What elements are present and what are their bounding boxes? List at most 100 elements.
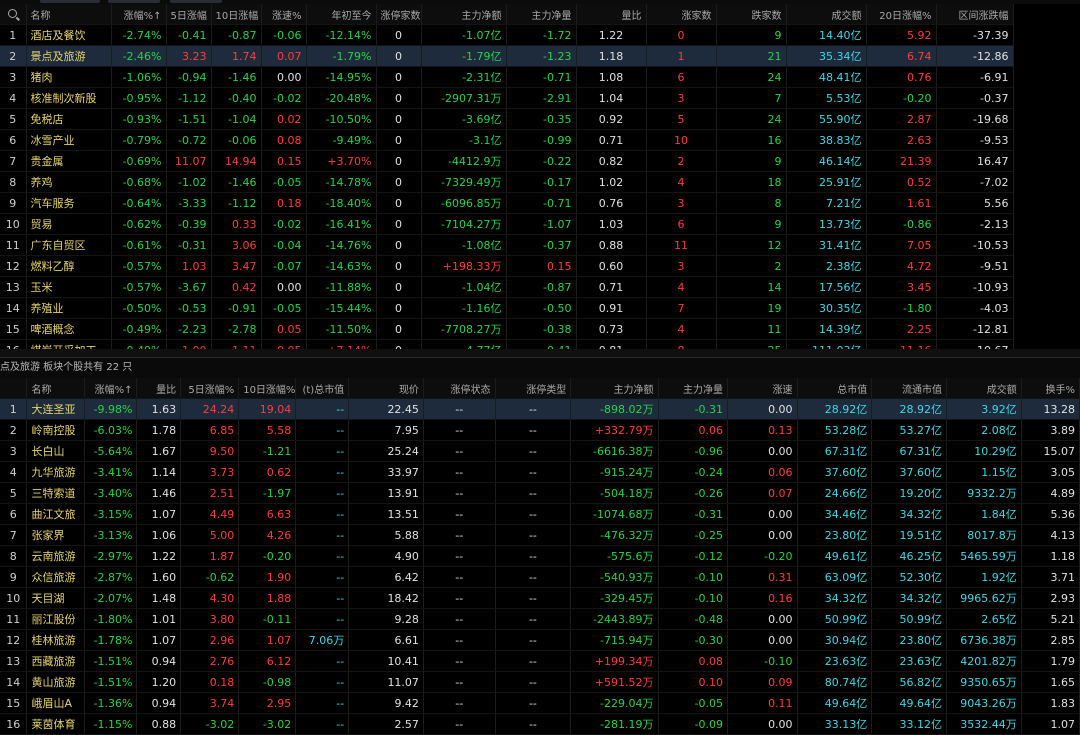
cell: -6616.38万 bbox=[570, 440, 659, 462]
column-header[interactable]: 跌家数 bbox=[716, 4, 787, 25]
cell: 24.66亿 bbox=[797, 482, 873, 504]
stock-row[interactable]: 7 张家界 -3.13% 1.06 5.00 4.26 -- 5.88 -- -- -476.32万… bbox=[0, 524, 1080, 546]
sector-name: 养鸡 bbox=[26, 171, 112, 193]
cell: 22.45 bbox=[348, 398, 424, 420]
column-header[interactable]: 5日涨幅% bbox=[180, 378, 240, 399]
column-header[interactable]: 涨停类型 bbox=[495, 378, 572, 399]
sector-row[interactable]: 14 养殖业 -0.50% -0.53 -0.91 -0.05 -15.44% 0 -1.16亿… bbox=[0, 297, 1014, 319]
stock-row[interactable]: 9 众信旅游 -2.87% 1.60 -0.62 1.90 -- 6.42 -- -- -540.9… bbox=[0, 566, 1080, 588]
stock-row[interactable]: 2 岭南控股 -6.03% 1.78 6.85 5.58 -- 7.95 -- -- +332.79… bbox=[0, 419, 1080, 441]
stock-row[interactable]: 1 大连圣亚 -9.98% 1.63 24.24 19.04 -- 22.45 -- -- -898… bbox=[0, 398, 1080, 420]
stock-row[interactable]: 10 天目湖 -2.07% 1.48 4.30 1.88 -- 18.42 -- -- -329.4… bbox=[0, 587, 1080, 609]
cell: 3.92亿 bbox=[946, 398, 1022, 420]
column-header[interactable]: 涨速% bbox=[261, 4, 307, 25]
column-header[interactable]: 主力净量 bbox=[658, 378, 729, 399]
cell: -- bbox=[495, 671, 572, 693]
stock-row[interactable]: 11 丽江股份 -1.80% 1.01 3.80 -0.11 -- 9.28 -- -- -2443… bbox=[0, 608, 1080, 630]
column-header[interactable]: 名称 bbox=[26, 378, 85, 399]
column-header[interactable]: 总市值 bbox=[797, 378, 873, 399]
stock-row[interactable]: 16 莱茵体育 -1.15% 0.88 -3.02 -3.02 -- 2.57 -- -- -281… bbox=[0, 713, 1080, 735]
cell: -2.07% bbox=[84, 587, 138, 609]
stock-row[interactable]: 4 九华旅游 -3.41% 1.14 3.73 0.62 -- 33.97 -- -- -915.2… bbox=[0, 461, 1080, 483]
tab[interactable] bbox=[170, 0, 222, 3]
column-header[interactable]: 成交额 bbox=[786, 4, 867, 25]
column-header[interactable]: 主力净额 bbox=[421, 4, 507, 25]
column-header[interactable]: 现价 bbox=[348, 378, 424, 399]
column-header[interactable]: 涨家数 bbox=[646, 4, 717, 25]
column-header[interactable]: 换手% bbox=[1021, 378, 1080, 399]
sector-row[interactable]: 7 贵金属 -0.69% 11.07 14.94 0.15 +3.70% 0 -4412.9万 -… bbox=[0, 150, 1014, 172]
cell: -2443.89万 bbox=[570, 608, 659, 630]
sector-row[interactable]: 9 汽车服务 -0.64% -3.33 -1.12 0.18 -18.40% 0 -6096.8… bbox=[0, 192, 1014, 214]
sector-row[interactable]: 10 贸易 -0.62% -0.39 0.33 -0.02 -16.41% 0 -7104.27… bbox=[0, 213, 1014, 235]
column-header[interactable]: 涨幅%↑ bbox=[84, 378, 138, 399]
cell: -- bbox=[423, 608, 496, 630]
column-header[interactable]: 涨速 bbox=[727, 378, 798, 399]
column-header[interactable]: 涨停状态 bbox=[423, 378, 496, 399]
tab[interactable] bbox=[108, 0, 160, 3]
cell: 0 bbox=[376, 150, 422, 172]
column-header[interactable]: 成交额 bbox=[946, 378, 1022, 399]
column-header[interactable]: 20日涨幅% bbox=[866, 4, 937, 25]
column-header[interactable]: 名称 bbox=[26, 4, 112, 25]
column-header[interactable]: 主力净量 bbox=[506, 4, 577, 25]
cell: -0.07 bbox=[261, 255, 307, 277]
cell: 3 bbox=[646, 87, 717, 109]
cell: -3.1亿 bbox=[421, 129, 507, 151]
cell: 24.24 bbox=[180, 398, 240, 420]
cell: 1.22 bbox=[576, 24, 647, 46]
stock-row[interactable]: 5 三特索道 -3.40% 1.46 2.51 -1.97 -- 13.91 -- -- -504.… bbox=[0, 482, 1080, 504]
sector-row[interactable]: 15 啤酒概念 -0.49% -2.23 -2.78 0.05 -11.50% 0 -7708.… bbox=[0, 318, 1014, 340]
sector-row[interactable]: 8 养鸡 -0.68% -1.02 -1.46 -0.05 -14.78% 0 -7329.49… bbox=[0, 171, 1014, 193]
cell: 1.84亿 bbox=[946, 503, 1022, 525]
cell: -1.51% bbox=[84, 671, 138, 693]
sector-row[interactable]: 11 广东自贸区 -0.61% -0.31 3.06 -0.04 -14.76% 0 -1.08… bbox=[0, 234, 1014, 256]
cell: 9.28 bbox=[348, 608, 424, 630]
sector-row[interactable]: 1 酒店及餐饮 -2.74% -0.41 -0.87 -0.06 -12.14% 0 -1.07… bbox=[0, 24, 1014, 46]
column-header[interactable]: 量比 bbox=[576, 4, 647, 25]
sector-row[interactable]: 4 核准制次新股 -0.95% -1.12 -0.40 -0.02 -20.48% 0 -290… bbox=[0, 87, 1014, 109]
cell: -12.86 bbox=[936, 45, 1014, 67]
column-header[interactable]: 区间涨跌幅 bbox=[936, 4, 1014, 25]
sector-row[interactable]: 3 猪肉 -1.06% -0.94 -1.46 0.00 -14.95% 0 -2.31亿 -0.… bbox=[0, 66, 1014, 88]
cell: 9965.62万 bbox=[946, 587, 1022, 609]
cell: 6.63 bbox=[238, 503, 297, 525]
column-header[interactable]: 量比 bbox=[136, 378, 182, 399]
stock-row[interactable]: 6 曲江文旅 -3.15% 1.07 4.49 6.63 -- 13.51 -- -- -1074.… bbox=[0, 503, 1080, 525]
column-header[interactable]: 涨幅%↑ bbox=[111, 4, 167, 25]
column-header[interactable]: (t)总市值 bbox=[295, 378, 350, 399]
cell: 33.97 bbox=[348, 461, 424, 483]
column-header[interactable]: 流通市值 bbox=[871, 378, 948, 399]
column-header[interactable]: 10日涨幅% bbox=[238, 378, 297, 399]
cell: 1.65 bbox=[1021, 671, 1080, 693]
column-header[interactable]: 涨停家数 bbox=[376, 4, 422, 25]
tab[interactable] bbox=[40, 0, 100, 3]
cell: 1.22 bbox=[136, 545, 182, 567]
row-index: 8 bbox=[0, 545, 28, 567]
cell: 0.16 bbox=[727, 587, 798, 609]
cell: 0 bbox=[376, 276, 422, 298]
stock-row[interactable]: 12 桂林旅游 -1.78% 1.07 2.96 1.07 7.06万 6.61 -- -- -71… bbox=[0, 629, 1080, 651]
cell: -9.98% bbox=[84, 398, 138, 420]
search-icon[interactable] bbox=[8, 9, 18, 18]
stock-row[interactable]: 14 黄山旅游 -1.51% 1.20 0.18 -0.98 -- 11.07 -- -- +591… bbox=[0, 671, 1080, 693]
sector-row[interactable]: 2 景点及旅游 -2.46% 3.23 1.74 0.07 -1.79% 0 -1.79亿 -1.… bbox=[0, 45, 1014, 67]
cell: 1.01 bbox=[136, 608, 182, 630]
stock-row[interactable]: 15 峨眉山A -1.36% 0.94 3.74 2.95 -- 9.42 -- -- -229.0… bbox=[0, 692, 1080, 714]
cell: 0.18 bbox=[180, 671, 240, 693]
cell: 23.63亿 bbox=[871, 650, 948, 672]
column-header[interactable]: 年初至今 bbox=[306, 4, 377, 25]
column-header[interactable]: 主力净额 bbox=[570, 378, 659, 399]
search-header[interactable] bbox=[0, 4, 27, 25]
sector-row[interactable]: 6 冰雪产业 -0.79% -0.72 -0.06 0.08 -9.49% 0 -3.1亿 -0.… bbox=[0, 129, 1014, 151]
sector-row[interactable]: 13 玉米 -0.57% -3.67 0.42 0.00 -11.88% 0 -1.04亿 -0.… bbox=[0, 276, 1014, 298]
column-header[interactable]: 5日涨幅 bbox=[166, 4, 212, 25]
column-header[interactable]: 10日涨幅 bbox=[211, 4, 262, 25]
stock-row[interactable]: 13 西藏旅游 -1.51% 0.94 2.76 6.12 -- 10.41 -- -- +199.… bbox=[0, 650, 1080, 672]
sector-row[interactable]: 12 燃料乙醇 -0.57% 1.03 3.47 -0.07 -14.63% 0 +198.33… bbox=[0, 255, 1014, 277]
sector-row[interactable]: 5 免税店 -0.93% -1.51 -1.04 0.02 -10.50% 0 -3.69亿 -0… bbox=[0, 108, 1014, 130]
stock-row[interactable]: 3 长白山 -5.64% 1.67 9.50 -1.21 -- 25.24 -- -- -6616.… bbox=[0, 440, 1080, 462]
cell: -1.12 bbox=[166, 87, 212, 109]
cell: +198.33万 bbox=[421, 255, 507, 277]
stock-row[interactable]: 8 云南旅游 -2.97% 1.22 1.87 -0.20 -- 4.90 -- -- -575.6… bbox=[0, 545, 1080, 567]
